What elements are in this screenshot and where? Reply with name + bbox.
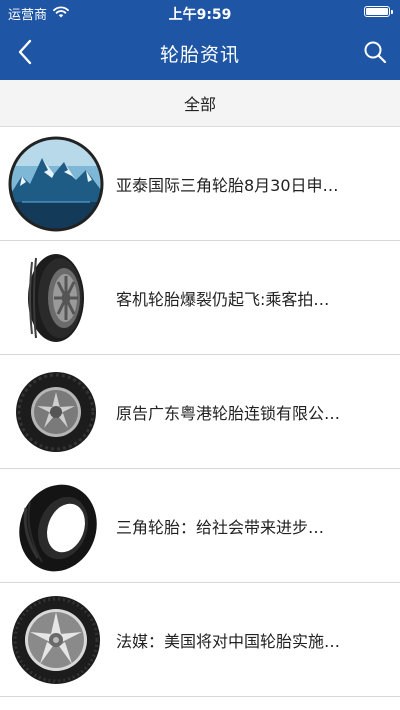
page-title: 轮胎资讯 [159, 44, 240, 66]
category-tabs: 全部 [0, 80, 400, 127]
news-title: 原告广东粤港轮胎连锁有限公… [116, 403, 341, 423]
list-item[interactable]: 法媒：美国将对中国轮胎实施… [0, 583, 400, 697]
battery-icon [364, 6, 393, 17]
status-bar: 运营商 上午9:59 [0, 0, 400, 26]
search-icon [364, 41, 387, 64]
news-title: 客机轮胎爆裂仍起飞:乘客拍… [116, 289, 330, 309]
news-thumbnail [8, 250, 104, 346]
search-button[interactable] [360, 37, 390, 67]
news-title: 亚泰国际三角轮胎8月30日申… [116, 175, 339, 195]
status-time: 上午9:59 [168, 7, 232, 23]
news-thumbnail [8, 592, 104, 688]
news-title: 法媒：美国将对中国轮胎实施… [116, 631, 341, 651]
news-thumbnail [8, 478, 104, 574]
news-list: 亚泰国际三角轮胎8月30日申… 客机轮胎爆裂仍起飞:乘客拍… 原告广东粤港轮胎连… [0, 127, 400, 697]
status-right [364, 6, 393, 17]
list-item[interactable]: 三角轮胎：给社会带来进步… [0, 469, 400, 583]
app-screen: 运营商 上午9:59 轮胎资讯 全部 亚泰国际三角轮胎8月30日申… 客机轮胎爆… [0, 0, 400, 710]
list-item[interactable]: 亚泰国际三角轮胎8月30日申… [0, 127, 400, 241]
nav-bar: 轮胎资讯 [0, 26, 400, 80]
news-thumbnail [8, 364, 104, 460]
header: 运营商 上午9:59 轮胎资讯 [0, 0, 400, 80]
list-item[interactable]: 原告广东粤港轮胎连锁有限公… [0, 355, 400, 469]
news-thumbnail [8, 136, 104, 232]
news-title: 三角轮胎：给社会带来进步… [116, 517, 325, 537]
tab-all[interactable]: 全部 [160, 85, 240, 121]
battery-fill [366, 8, 388, 15]
list-item[interactable]: 客机轮胎爆裂仍起飞:乘客拍… [0, 241, 400, 355]
